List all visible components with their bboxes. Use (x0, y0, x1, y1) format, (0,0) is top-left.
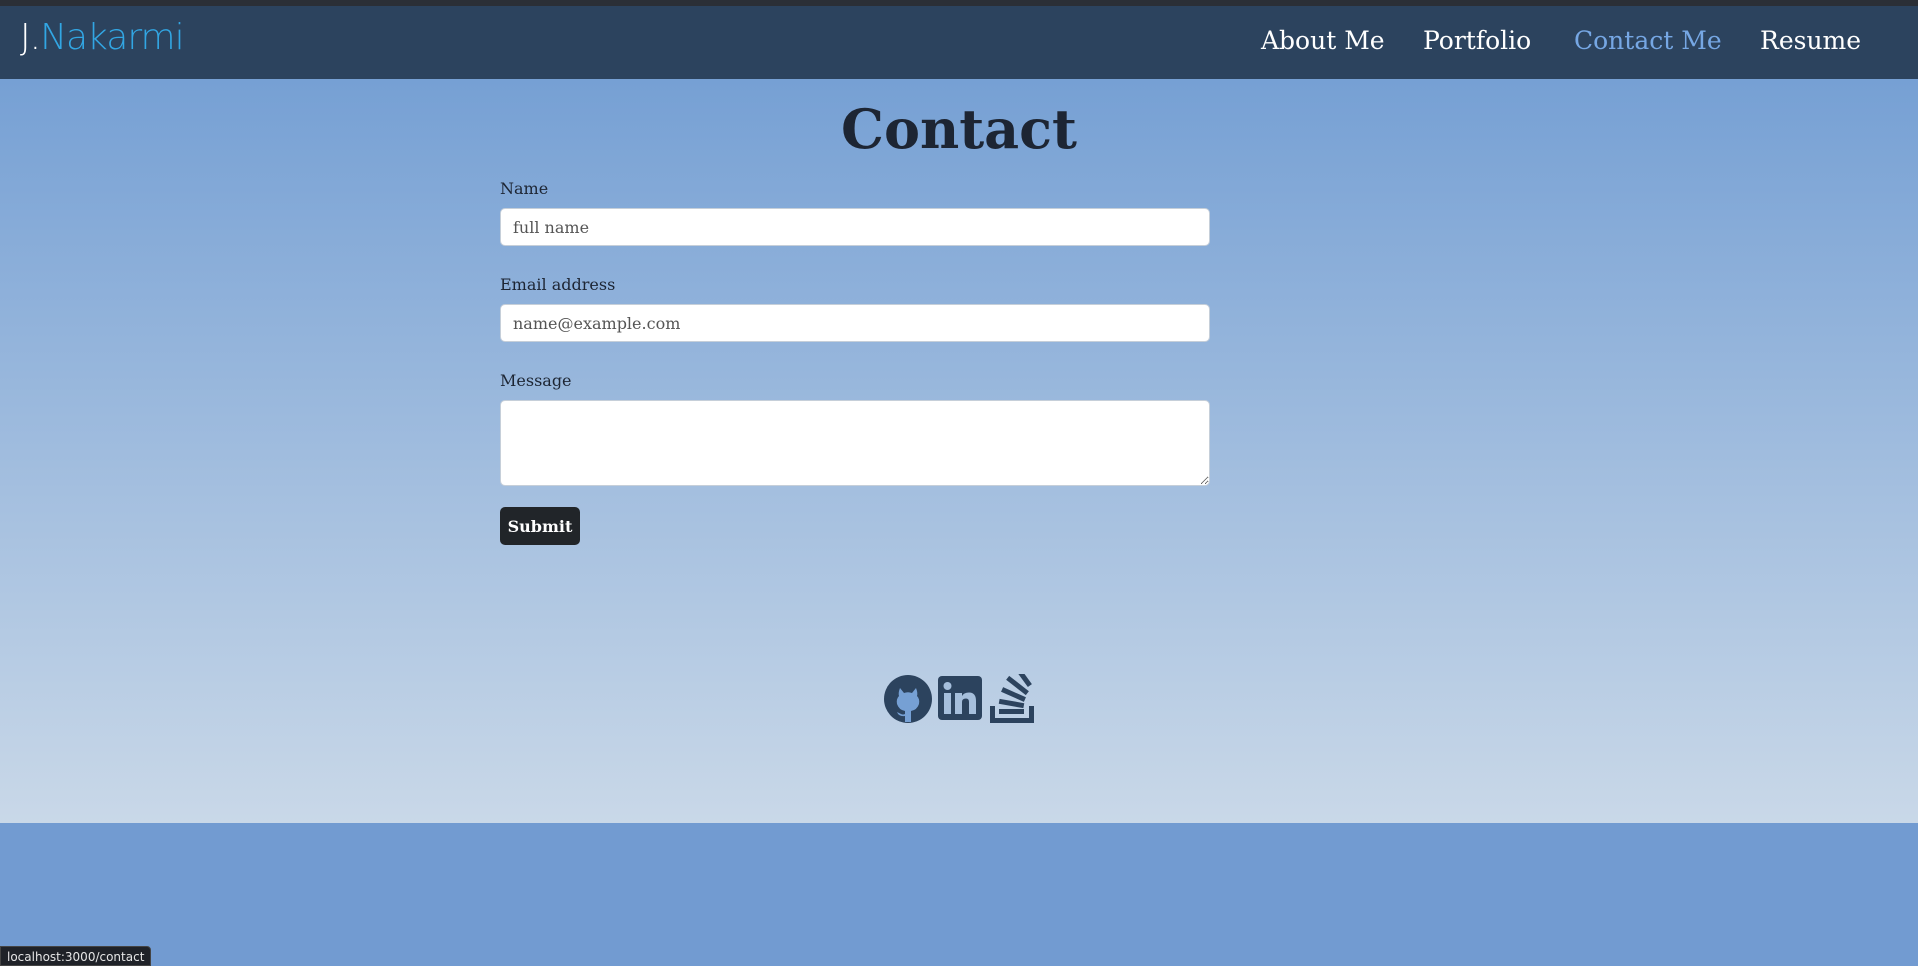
github-link[interactable] (884, 674, 932, 724)
linkedin-icon (938, 676, 982, 720)
brand-name: Nakarmi (40, 17, 185, 58)
email-label: Email address (500, 275, 616, 294)
stackoverflow-icon (990, 667, 1034, 723)
navbar: J.Nakarmi About Me Portfolio Contact Me … (0, 6, 1918, 79)
linkedin-link[interactable] (936, 674, 984, 724)
contact-form: Name Email address Message Submit (500, 179, 1210, 545)
email-input[interactable] (500, 304, 1210, 342)
nav-resume[interactable]: Resume (1760, 26, 1861, 56)
nav-portfolio[interactable]: Portfolio (1423, 26, 1531, 56)
submit-button[interactable]: Submit (500, 507, 580, 545)
social-links (884, 667, 1036, 725)
brand-prefix: J. (20, 17, 41, 58)
contact-section: Contact Name Email address Message Submi… (0, 79, 1918, 823)
name-input[interactable] (500, 208, 1210, 246)
browser-status-url: localhost:3000/contact (0, 946, 152, 966)
stackoverflow-link[interactable] (988, 667, 1036, 724)
github-icon (884, 675, 932, 723)
page-title: Contact (840, 97, 1077, 161)
nav-contact-me[interactable]: Contact Me (1574, 26, 1722, 56)
name-label: Name (500, 179, 549, 198)
message-textarea[interactable] (500, 400, 1210, 486)
message-label: Message (500, 371, 572, 390)
brand-logo[interactable]: J.Nakarmi (20, 17, 185, 58)
nav-about-me[interactable]: About Me (1261, 26, 1385, 56)
